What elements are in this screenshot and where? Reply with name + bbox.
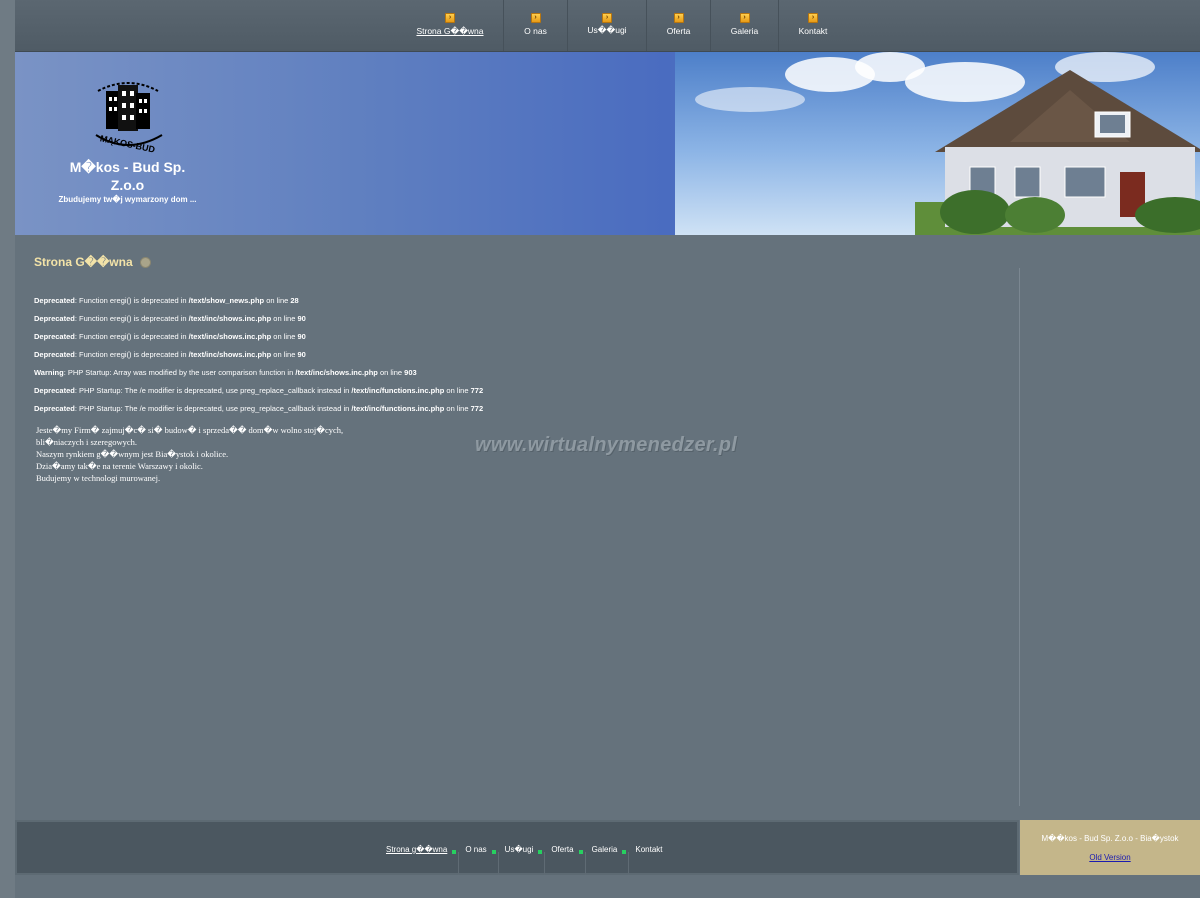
old-version-link[interactable]: Old Version	[1089, 853, 1130, 862]
intro-line: Naszym rynkiem g��wnym jest Bia�ystok i …	[36, 449, 229, 459]
company-name-suffix: Z.o.o	[110, 177, 145, 193]
nav-label: O nas	[524, 26, 547, 36]
company-name: M�kos - Bud Sp.	[69, 159, 186, 175]
intro-line: Budujemy w technologi murowanej.	[36, 473, 161, 483]
footer-company-info: M��kos - Bud Sp. Z.o.o - Bia�ystok	[1041, 834, 1179, 843]
logo-block: MĄKOS-BUD M�kos - Bud Sp. Z.o.o Zbudujem…	[55, 77, 200, 204]
footer: Strona g��wna O nas Us�ugi Oferta Galeri…	[15, 820, 1019, 875]
sky-image	[675, 52, 1200, 235]
circle-icon	[139, 257, 151, 269]
intro-line: Jeste�my Firm� zajmuj�c� si� budow� i sp…	[36, 425, 344, 435]
warning-message: Warning: PHP Startup: Array was modified…	[34, 368, 417, 377]
nav-label: Galeria	[730, 26, 759, 36]
page-title-text: Strona G��wna	[34, 255, 133, 269]
footer-nav-about[interactable]: O nas	[459, 822, 499, 875]
footer-nav-contact[interactable]: Kontakt	[629, 822, 674, 875]
bullet-icon	[622, 850, 627, 854]
top-navigation: › Strona G��wna › O nas › Us��ugi › Ofer…	[15, 0, 1200, 52]
intro-line: bli�niaczych i szeregowych.	[36, 437, 137, 447]
bullet-icon	[538, 850, 543, 854]
nav-item-contact[interactable]: › Kontakt	[779, 0, 847, 51]
intro-text: Jeste�my Firm� zajmuj�c� si� budow� i sp…	[36, 424, 343, 484]
arrow-icon: ›	[739, 13, 750, 23]
error-messages: Deprecated: Function eregi() is deprecat…	[34, 296, 483, 422]
bullet-icon	[578, 850, 583, 854]
error-message: Deprecated: Function eregi() is deprecat…	[34, 350, 306, 359]
nav-label: Oferta	[666, 26, 691, 36]
nav-item-gallery[interactable]: › Galeria	[711, 0, 779, 51]
error-message: Deprecated: PHP Startup: The /e modifier…	[34, 404, 484, 413]
error-message: Deprecated: PHP Startup: The /e modifier…	[34, 386, 484, 395]
nav-label: Kontakt	[798, 26, 828, 36]
main-content: Strona G��wna Deprecated: Function eregi…	[15, 236, 1020, 806]
intro-line: Dzia�amy tak�e na terenie Warszawy i oko…	[36, 461, 203, 471]
error-message: Deprecated: Function eregi() is deprecat…	[34, 314, 306, 323]
page-title: Strona G��wna	[34, 255, 151, 269]
nav-label: Us��ugi	[587, 25, 627, 35]
header-banner: MĄKOS-BUD M�kos - Bud Sp. Z.o.o Zbudujem…	[15, 52, 1200, 235]
arrow-icon: ›	[673, 13, 684, 23]
error-message: Deprecated: Function eregi() is deprecat…	[34, 296, 299, 305]
house-image	[915, 70, 1200, 235]
nav-item-home[interactable]: › Strona G��wna	[397, 0, 504, 51]
nav-label: Strona G��wna	[416, 26, 484, 36]
arrow-icon: ›	[445, 13, 455, 23]
sidebar-divider	[1019, 268, 1020, 806]
bullet-icon	[452, 850, 457, 854]
nav-item-about[interactable]: › O nas	[504, 0, 568, 51]
nav-item-services[interactable]: › Us��ugi	[568, 0, 647, 51]
footer-nav-home[interactable]: Strona g��wna	[386, 822, 460, 875]
nav-item-offer[interactable]: › Oferta	[647, 0, 711, 51]
footer-nav-offer[interactable]: Oferta	[545, 822, 586, 875]
footer-nav-gallery[interactable]: Galeria	[586, 822, 630, 875]
bullet-icon	[491, 850, 496, 854]
top-nav-items: › Strona G��wna › O nas › Us��ugi › Ofer…	[397, 0, 847, 51]
footer-navigation: Strona g��wna O nas Us�ugi Oferta Galeri…	[386, 822, 675, 875]
arrow-icon: ›	[530, 13, 541, 23]
watermark: www.wirtualnymenedzer.pl	[475, 434, 738, 456]
left-strip	[0, 0, 15, 898]
error-message: Deprecated: Function eregi() is deprecat…	[34, 332, 306, 341]
arrow-icon: ›	[808, 13, 818, 23]
arrow-icon: ›	[602, 13, 612, 23]
tagline: Zbudujemy tw�j wymarzony dom ...	[58, 195, 197, 204]
footer-info-box: M��kos - Bud Sp. Z.o.o - Bia�ystok Old V…	[1020, 820, 1200, 875]
footer-nav-services[interactable]: Us�ugi	[499, 822, 546, 875]
